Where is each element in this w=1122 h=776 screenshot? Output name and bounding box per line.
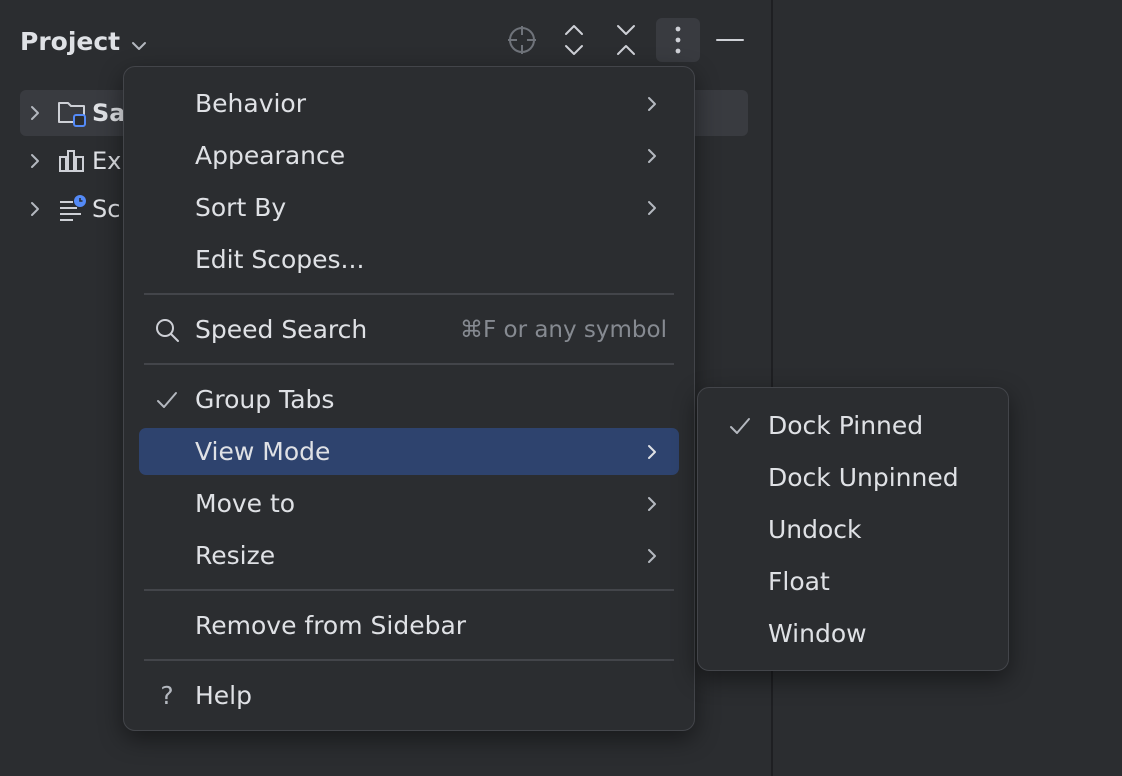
collapse-all-button[interactable]: [604, 18, 648, 62]
project-folder-icon: [54, 98, 90, 128]
ide-window: Project Sa Ex Sc Behavior Appearance Sor…: [0, 0, 1122, 776]
minimize-icon: [716, 39, 744, 41]
submenu-item-window[interactable]: Window: [712, 610, 994, 657]
chevron-right-icon: [645, 95, 659, 113]
collapse-all-icon: [617, 25, 635, 55]
page-title: Project: [20, 26, 121, 56]
crosshair-icon: [508, 26, 536, 54]
menu-separator: [144, 293, 674, 295]
menu-item-resize[interactable]: Resize: [139, 532, 679, 579]
chevron-right-icon[interactable]: [20, 104, 50, 122]
more-vertical-icon: [675, 26, 681, 54]
tree-item-label: Sc: [92, 195, 121, 223]
help-icon: ?: [160, 681, 174, 710]
options-menu: Behavior Appearance Sort By Edit Scopes.…: [123, 66, 695, 731]
options-button[interactable]: [656, 18, 700, 62]
chevron-right-icon[interactable]: [20, 200, 50, 218]
menu-separator: [144, 589, 674, 591]
chevron-right-icon: [645, 495, 659, 513]
chevron-right-icon: [645, 199, 659, 217]
search-icon: [153, 316, 181, 344]
chevron-right-icon: [645, 147, 659, 165]
checkmark-icon: [726, 412, 754, 440]
menu-item-remove-from-sidebar[interactable]: Remove from Sidebar: [139, 602, 679, 649]
tree-item-label: Sa: [92, 99, 126, 127]
menu-item-move-to[interactable]: Move to: [139, 480, 679, 527]
menu-item-group-tabs[interactable]: Group Tabs: [139, 376, 679, 423]
menu-item-behavior[interactable]: Behavior: [139, 80, 679, 127]
expand-all-icon: [565, 25, 583, 55]
submenu-item-dock-pinned[interactable]: Dock Pinned: [712, 402, 994, 449]
view-mode-submenu: Dock Pinned Dock Unpinned Undock Float W…: [697, 387, 1009, 671]
speed-search-shortcut: ⌘F or any symbol: [459, 316, 667, 343]
menu-item-speed-search[interactable]: Speed Search ⌘F or any symbol: [139, 306, 679, 353]
checkmark-icon: [153, 386, 181, 414]
menu-item-sort-by[interactable]: Sort By: [139, 184, 679, 231]
submenu-item-float[interactable]: Float: [712, 558, 994, 605]
menu-separator: [144, 363, 674, 365]
tree-item-label: Ex: [92, 147, 122, 175]
project-view-selector[interactable]: Project: [20, 24, 148, 58]
locate-file-button[interactable]: [500, 18, 544, 62]
chevron-down-icon: [130, 32, 148, 50]
menu-item-appearance[interactable]: Appearance: [139, 132, 679, 179]
hide-button[interactable]: [708, 18, 752, 62]
menu-item-help[interactable]: ? Help: [139, 672, 679, 719]
expand-all-button[interactable]: [552, 18, 596, 62]
menu-separator: [144, 659, 674, 661]
external-libraries-icon: [54, 147, 90, 175]
chevron-right-icon: [645, 443, 659, 461]
menu-item-view-mode[interactable]: View Mode: [139, 428, 679, 475]
scratches-icon: [54, 194, 90, 224]
menu-item-edit-scopes[interactable]: Edit Scopes...: [139, 236, 679, 283]
chevron-right-icon: [645, 547, 659, 565]
submenu-item-dock-unpinned[interactable]: Dock Unpinned: [712, 454, 994, 501]
submenu-item-undock[interactable]: Undock: [712, 506, 994, 553]
chevron-right-icon[interactable]: [20, 152, 50, 170]
